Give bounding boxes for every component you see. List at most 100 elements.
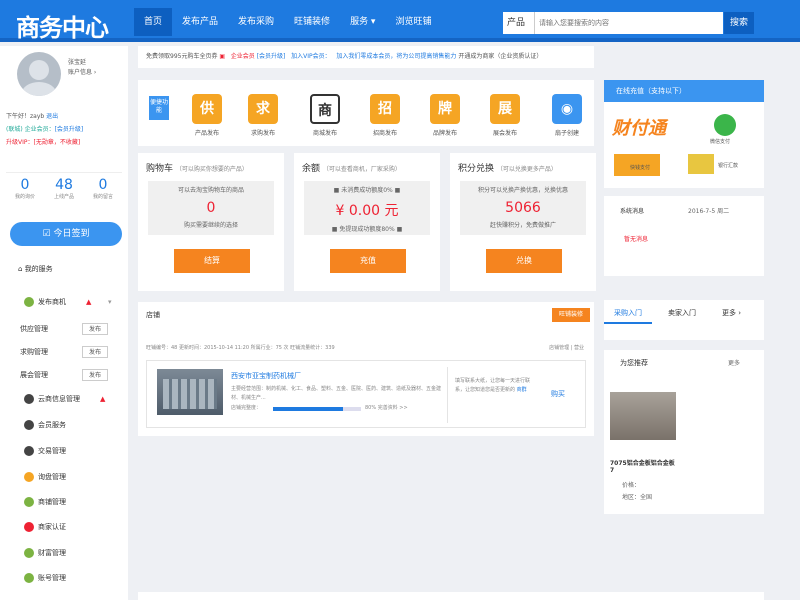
card-title-text: 购物车 — [146, 164, 174, 174]
publish-tag-button[interactable]: 发布 — [82, 369, 108, 381]
product-image[interactable] — [610, 392, 676, 440]
stat-messages[interactable]: 0 我的留言 — [84, 177, 122, 200]
my-service-label: ⌂ 我的服务 — [18, 264, 53, 274]
tab-buyer[interactable]: 采购入门 — [614, 308, 642, 318]
stat-products[interactable]: 48 上线产品 — [45, 177, 83, 200]
vip-status[interactable]: [无勋章，不收藏] — [34, 139, 81, 146]
quick-action-icon[interactable]: 商 — [310, 94, 340, 124]
account-info-link[interactable]: 账户信息 › — [68, 68, 96, 78]
nav-service[interactable]: 服务 ▾ — [340, 8, 385, 36]
gift-icon: ▣ — [219, 53, 226, 60]
stat-inquiry[interactable]: 0 我的询价 — [6, 177, 44, 200]
shop-title: 店铺 — [146, 311, 160, 319]
system-message-link[interactable]: 暂无消息 — [624, 234, 648, 243]
level-upgrade-link[interactable]: [会员升级] — [55, 126, 84, 133]
tab-more[interactable]: 更多 › — [722, 308, 741, 318]
notice-promo-link[interactable]: 加入我们零成本会员，将为公司提高销售能力 — [336, 53, 456, 60]
sidebar-item-cloud[interactable]: 云商信息管理 ▲ — [0, 390, 128, 408]
quick-action-label[interactable]: 产品发布 — [187, 128, 227, 137]
logo[interactable]: 商务中心 — [16, 8, 109, 43]
quick-action-icon[interactable]: 招 — [370, 94, 400, 124]
recharge-button[interactable]: 充值 — [330, 249, 406, 273]
publish-tag-button[interactable]: 发布 — [82, 346, 108, 358]
shop-decor-button[interactable]: 旺铺装修 — [552, 308, 590, 322]
sidebar-item-label: 展会管理 — [20, 371, 48, 379]
nav-browse-shop[interactable]: 浏览旺铺 — [385, 8, 441, 36]
shop-info-text: 旺铺编号：48 更新时间：2015-10-14 11:20 所属行业：75 次 … — [146, 345, 335, 351]
quick-action-label[interactable]: 展会发布 — [485, 128, 525, 137]
sidebar-item-cert[interactable]: 商家认证 — [0, 518, 128, 536]
upgrade-link[interactable]: [会员升级] — [257, 53, 286, 60]
wechat-pay-label: 微信支付 — [710, 139, 731, 145]
product-area: 地区：全国 — [622, 494, 653, 501]
shop-manage-link[interactable]: 店铺管理 | 营业 — [549, 344, 584, 351]
publish-tag-button[interactable]: 发布 — [82, 323, 108, 335]
product-name-link[interactable]: 7075铝合金板铝合金板 7 — [610, 458, 680, 474]
divider — [447, 367, 448, 423]
quick-action-label[interactable]: 招商发布 — [365, 128, 405, 137]
user-icon — [24, 394, 34, 404]
user-icon — [24, 446, 34, 456]
member-level: 企业会员 — [230, 53, 255, 60]
merchant-link[interactable]: 开通成为商家（企业资质认证） — [458, 53, 542, 60]
quick-action-label[interactable]: 扇子创建 — [547, 128, 587, 137]
sidebar-item-account[interactable]: 账号管理 — [0, 569, 128, 587]
quick-action-icon[interactable]: 求 — [248, 94, 278, 124]
recommend-more-link[interactable]: 更多 — [728, 358, 740, 367]
vip-line: 升级VIP： — [6, 139, 34, 146]
shop-tip: 填写联系大纸，让您每一天进行联系，让您知道您是否更新的 商群 — [455, 377, 537, 395]
sidebar-item-shop[interactable]: 商铺管理 — [0, 493, 128, 511]
hot-icon: ▲ — [86, 298, 92, 306]
quick-action-icon[interactable]: ◉ — [552, 94, 582, 124]
nav-publish-product[interactable]: 发布产品 — [172, 8, 228, 36]
complete-profile-link[interactable]: 完善资料 >> — [378, 405, 408, 411]
search-category-select[interactable]: 产品 — [503, 12, 535, 34]
sign-in-button[interactable]: ☑ 今日签到 — [10, 222, 122, 246]
tab-seller[interactable]: 卖家入门 — [668, 308, 696, 318]
sidebar-item-inquiry[interactable]: 询盘管理 — [0, 468, 128, 486]
checkout-button[interactable]: 结算 — [174, 249, 250, 273]
bank-card-icon[interactable] — [688, 154, 714, 174]
progress-label: 店铺完整度： — [231, 405, 262, 411]
quick-action-icon[interactable]: 牌 — [430, 94, 460, 124]
nav-publish-purchase[interactable]: 发布采购 — [228, 8, 284, 36]
quick-action-label[interactable]: 求购发布 — [243, 128, 283, 137]
chevron-down-icon[interactable]: ▾ — [108, 293, 112, 311]
kuaiqian-label: 快钱支付 — [630, 165, 651, 171]
shop-icon — [24, 497, 34, 507]
avatar[interactable] — [17, 52, 61, 96]
sidebar-item-trade[interactable]: 交易管理 — [0, 442, 128, 460]
card-line: ■ 未消费成功额度0% ■ — [333, 187, 401, 194]
sidebar-item-label: 交易管理 — [38, 447, 66, 455]
shop-image[interactable] — [157, 369, 223, 415]
card-title: 积分兑换 （可以兑换更多产品） — [458, 161, 557, 174]
card-title-text: 余额 — [302, 164, 321, 174]
shop-name-link[interactable]: 西安市亚宝制药机械厂 — [231, 371, 301, 381]
sidebar-item-purchase[interactable]: 求购管理 发布 — [0, 343, 128, 361]
vip-link[interactable]: 加入VIP会员： — [291, 53, 331, 60]
buy-button[interactable]: 购买 — [551, 389, 565, 399]
sidebar-item-member[interactable]: 会员服务 — [0, 416, 128, 434]
tenpay-logo[interactable]: 财付通 — [612, 114, 688, 142]
sidebar-item-publish[interactable]: 发布商机 ▲ ▾ — [0, 293, 128, 311]
exchange-button[interactable]: 兑换 — [486, 249, 562, 273]
user-stats: 0 我的询价 48 上线产品 0 我的留言 — [6, 172, 122, 200]
sidebar-item-wealth[interactable]: 财富管理 — [0, 544, 128, 562]
nav-home[interactable]: 首页 — [134, 8, 173, 36]
sidebar-item-supply[interactable]: 供应管理 发布 — [0, 320, 128, 338]
tab-underline — [604, 322, 652, 324]
quick-action-label[interactable]: 品牌发布 — [425, 128, 465, 137]
wechat-pay-icon[interactable] — [714, 114, 736, 136]
search-input[interactable] — [535, 13, 723, 33]
cart-card: 购物车 （可以购买你想要的产品） 可以去淘宝购物车的商品 0 购买需要继续的选择… — [138, 153, 284, 291]
quick-action-label[interactable]: 商城发布 — [305, 128, 345, 137]
nav-shop-decor[interactable]: 旺铺装修 — [284, 8, 340, 36]
quick-action-icon[interactable]: 展 — [490, 94, 520, 124]
quick-action-icon[interactable]: 供 — [192, 94, 222, 124]
progress-fill — [273, 407, 344, 411]
sidebar-item-expo[interactable]: 展会管理 发布 — [0, 366, 128, 384]
logout-link[interactable]: 退出 — [46, 113, 58, 120]
shop-tip-link[interactable]: 商群 — [517, 387, 527, 393]
card-title: 余额 （可以查看商机，厂家采购） — [302, 161, 401, 174]
search-button[interactable]: 搜索 — [724, 12, 754, 34]
